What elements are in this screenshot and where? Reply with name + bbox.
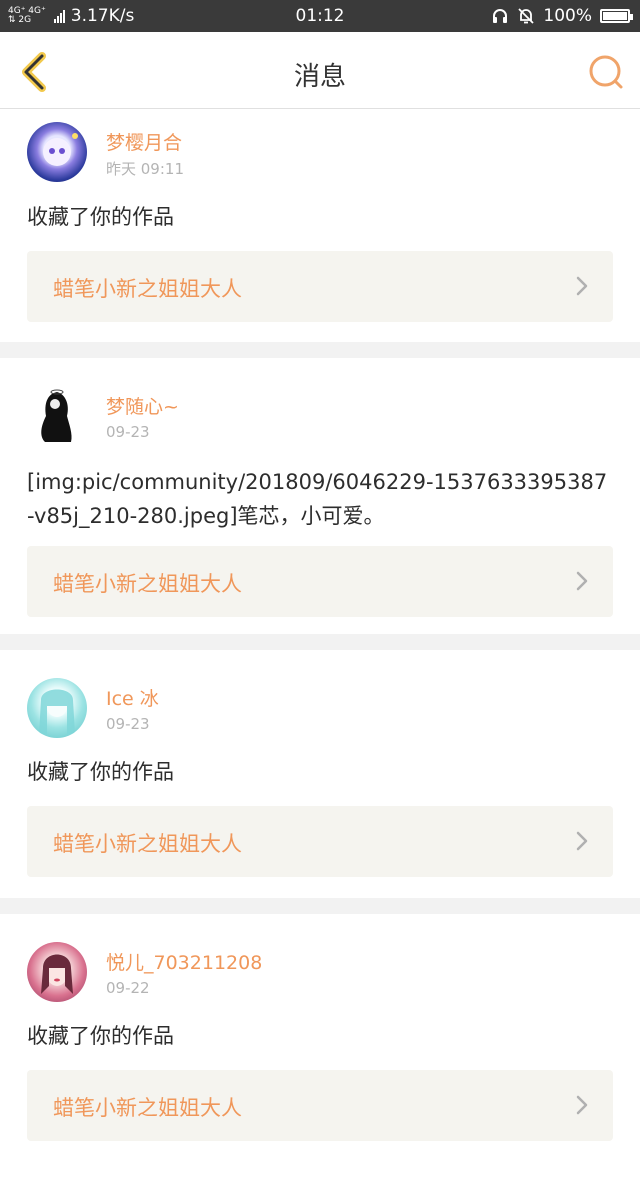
network-speed: 3.17K/s: [70, 6, 135, 26]
network-type: 4G⁺ 4G⁺ ⇅ 2G: [8, 7, 46, 25]
message-card: 悦儿_703211208 09-22 收藏了你的作品 蜡笔小新之姐姐大人: [0, 914, 640, 1178]
message-card: Ice 冰 09-23 收藏了你的作品 蜡笔小新之姐姐大人: [0, 650, 640, 898]
username[interactable]: 梦樱月合: [106, 128, 182, 155]
battery-icon: [600, 9, 633, 23]
work-title: 蜡笔小新之姐姐大人: [53, 277, 242, 301]
message-content: 收藏了你的作品: [27, 1024, 174, 1048]
page-title: 消息: [293, 62, 346, 92]
message-content: [img:pic/community/201809/6046229-153763…: [27, 470, 608, 528]
work-title: 蜡笔小新之姐姐大人: [53, 572, 242, 596]
work-link[interactable]: 蜡笔小新之姐姐大人: [27, 1070, 613, 1141]
search-icon[interactable]: [586, 52, 626, 92]
message-content: 收藏了你的作品: [27, 205, 174, 229]
work-link[interactable]: 蜡笔小新之姐姐大人: [27, 806, 613, 877]
message-time: 09-23: [106, 715, 150, 733]
avatar[interactable]: [27, 386, 87, 446]
chevron-right-icon: [576, 831, 588, 851]
work-link[interactable]: 蜡笔小新之姐姐大人: [27, 251, 613, 322]
signal-icon: [53, 9, 65, 23]
avatar[interactable]: [27, 122, 87, 182]
message-time: 09-23: [106, 423, 150, 441]
chevron-right-icon: [576, 276, 588, 296]
status-right: 100%: [491, 6, 633, 26]
message-card: 梦樱月合 昨天 09:11 收藏了你的作品 蜡笔小新之姐姐大人: [0, 109, 640, 342]
network-type-bottom: ⇅ 2G: [8, 15, 32, 25]
header: 消息: [0, 32, 640, 109]
headset-icon: [493, 9, 508, 23]
username[interactable]: 梦随心~: [106, 392, 179, 419]
username[interactable]: 悦儿_703211208: [106, 948, 262, 975]
chevron-right-icon: [576, 1095, 588, 1115]
message-list: 梦樱月合 昨天 09:11 收藏了你的作品 蜡笔小新之姐姐大人 梦随心~ 09-…: [0, 109, 640, 1178]
message-content: 收藏了你的作品: [27, 760, 174, 784]
avatar[interactable]: [27, 942, 87, 1002]
work-title: 蜡笔小新之姐姐大人: [53, 1096, 242, 1120]
work-title: 蜡笔小新之姐姐大人: [53, 832, 242, 856]
message-time: 昨天 09:11: [106, 160, 184, 178]
work-link[interactable]: 蜡笔小新之姐姐大人: [27, 546, 613, 617]
message-card: 梦随心~ 09-23 [img:pic/community/201809/604…: [0, 358, 640, 634]
chevron-right-icon: [576, 571, 588, 591]
battery-percent: 100%: [543, 6, 592, 26]
status-bar: 4G⁺ 4G⁺ ⇅ 2G 3.17K/s 01:12 100%: [0, 0, 640, 32]
mute-bell-icon: [518, 8, 535, 24]
username[interactable]: Ice 冰: [106, 684, 159, 711]
message-time: 09-22: [106, 979, 150, 997]
status-left: 4G⁺ 4G⁺ ⇅ 2G 3.17K/s: [0, 6, 134, 26]
avatar[interactable]: [27, 678, 87, 738]
